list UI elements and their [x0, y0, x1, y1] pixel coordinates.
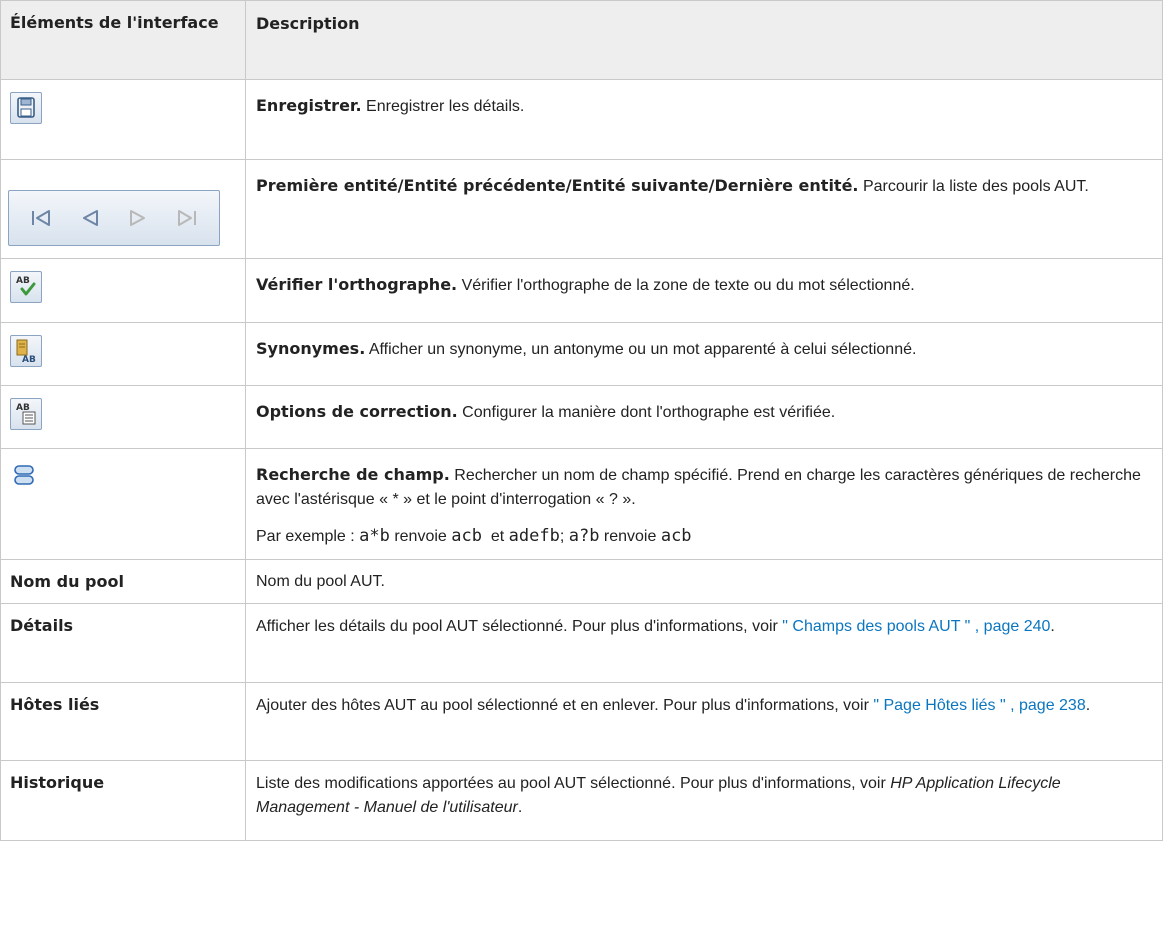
header-description: Description — [245, 0, 1163, 80]
spell-check-icon: AB — [10, 271, 42, 303]
table-row: AB Options de correction. Configurer la … — [0, 385, 1163, 449]
icon-cell: AB — [0, 258, 246, 323]
navigation-arrows-icon — [8, 190, 220, 246]
trailing-period: . — [517, 799, 523, 816]
previous-entity-icon — [82, 210, 98, 226]
item-description: Afficher les détails du pool AUT sélecti… — [256, 618, 783, 635]
save-icon — [10, 92, 42, 124]
item-description: Ajouter des hôtes AUT au pool sélectionn… — [256, 697, 874, 714]
champs-des-pools-aut-link[interactable]: " Champs des pools AUT " , page 240 — [782, 618, 1050, 635]
field-label: Hôtes liés — [10, 695, 100, 714]
icon-cell — [0, 79, 246, 160]
trailing-period: . — [1085, 697, 1091, 714]
label-cell: Nom du pool — [0, 559, 246, 604]
next-entity-icon — [130, 210, 146, 226]
field-label: Historique — [10, 773, 105, 792]
label-cell: Historique — [0, 760, 246, 841]
item-description: Nom du pool AUT. — [256, 573, 385, 590]
field-search-icon — [14, 465, 34, 485]
example-line: Par exemple : a*b renvoie acb et adefb; … — [256, 524, 1152, 549]
code-sample: acb — [660, 526, 692, 546]
description-cell: Afficher les détails du pool AUT sélecti… — [245, 603, 1163, 683]
thesaurus-icon: AB — [10, 335, 42, 367]
example-text: renvoie — [599, 528, 661, 545]
ui-elements-table: Éléments de l'interface Description Enre… — [0, 0, 1163, 841]
description-cell: Recherche de champ. Rechercher un nom de… — [245, 448, 1163, 560]
example-text: renvoie — [389, 528, 452, 545]
table-row: Première entité/Entité précédente/Entité… — [0, 159, 1163, 259]
header-ui-elements: Éléments de l'interface — [0, 0, 246, 80]
page-hotes-lies-link[interactable]: " Page Hôtes liés " , page 238 — [873, 697, 1085, 714]
first-entity-icon — [32, 210, 51, 226]
icon-cell: AB — [0, 385, 246, 449]
table-row: Détails Afficher les détails du pool AUT… — [0, 603, 1163, 683]
item-title: Synonymes. — [256, 339, 366, 358]
item-title: Première entité/Entité précédente/Entité… — [256, 176, 859, 195]
code-sample: a*b — [359, 526, 390, 546]
table-row: Enregistrer. Enregistrer les détails. — [0, 79, 1163, 160]
item-description: Afficher un synonyme, un antonyme ou un … — [365, 341, 917, 358]
description-cell: Options de correction. Configurer la man… — [245, 385, 1163, 449]
description-cell: Enregistrer. Enregistrer les détails. — [245, 79, 1163, 160]
description-cell: Première entité/Entité précédente/Entité… — [245, 159, 1163, 259]
table-row: Recherche de champ. Rechercher un nom de… — [0, 448, 1163, 560]
code-sample: adefb — [508, 526, 560, 546]
description-cell: Synonymes. Afficher un synonyme, un anto… — [245, 322, 1163, 386]
icon-cell — [0, 448, 246, 560]
item-title: Enregistrer. — [256, 96, 362, 115]
svg-text:AB: AB — [22, 355, 36, 365]
example-lead: Par exemple : — [256, 528, 360, 545]
field-label: Nom du pool — [10, 572, 124, 591]
item-description: Configurer la manière dont l'orthographe… — [457, 404, 836, 421]
table-row: Historique Liste des modifications appor… — [0, 760, 1163, 841]
table-row: AB Vérifier l'orthographe. Vérifier l'or… — [0, 258, 1163, 323]
label-cell: Hôtes liés — [0, 682, 246, 761]
icon-cell — [0, 159, 246, 259]
table-row: AB Synonymes. Afficher un synonyme, un a… — [0, 322, 1163, 386]
label-cell: Détails — [0, 603, 246, 683]
item-description: Liste des modifications apportées au poo… — [256, 775, 891, 792]
table-header-row: Éléments de l'interface Description — [0, 0, 1163, 80]
icon-cell: AB — [0, 322, 246, 386]
code-sample: a?b — [568, 526, 600, 546]
table-row: Hôtes liés Ajouter des hôtes AUT au pool… — [0, 682, 1163, 761]
table-row: Nom du pool Nom du pool AUT. — [0, 559, 1163, 604]
item-title: Options de correction. — [256, 402, 458, 421]
last-entity-icon — [177, 210, 196, 226]
description-cell: Vérifier l'orthographe. Vérifier l'ortho… — [245, 258, 1163, 323]
code-sample: acb — [451, 526, 482, 546]
trailing-period: . — [1050, 618, 1055, 635]
item-description: Vérifier l'orthographe de la zone de tex… — [457, 277, 915, 294]
item-description: Enregistrer les détails. — [361, 98, 525, 115]
example-text: ; — [559, 528, 569, 545]
item-description: Parcourir la liste des pools AUT. — [858, 178, 1089, 195]
example-text: et — [481, 528, 509, 545]
description-cell: Nom du pool AUT. — [245, 559, 1163, 604]
field-label: Détails — [10, 616, 74, 635]
item-title: Vérifier l'orthographe. — [256, 275, 458, 294]
spelling-options-icon: AB — [10, 398, 42, 430]
description-cell: Ajouter des hôtes AUT au pool sélectionn… — [245, 682, 1163, 761]
description-cell: Liste des modifications apportées au poo… — [245, 760, 1163, 841]
item-title: Recherche de champ. — [256, 465, 450, 484]
